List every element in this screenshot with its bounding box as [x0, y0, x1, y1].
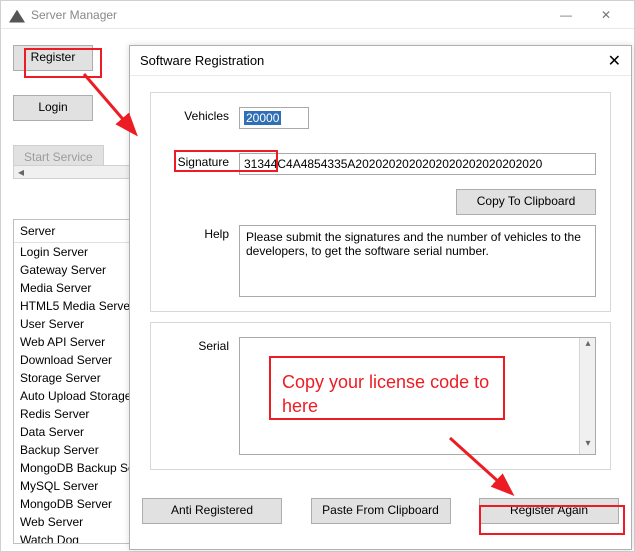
close-button[interactable]: ✕: [586, 8, 626, 22]
minimize-button[interactable]: —: [546, 8, 586, 22]
app-icon: [9, 7, 25, 23]
dialog-titlebar: Software Registration ✕: [130, 46, 631, 76]
main-titlebar: Server Manager — ✕: [1, 1, 634, 29]
main-window-title: Server Manager: [31, 8, 546, 22]
scroll-down-icon[interactable]: ▾: [580, 438, 596, 454]
serial-label: Serial: [165, 337, 239, 353]
paste-from-clipboard-button[interactable]: Paste From Clipboard: [311, 498, 451, 524]
dialog-title: Software Registration: [140, 53, 591, 68]
help-text: Please submit the signatures and the num…: [239, 225, 596, 297]
vehicles-label: Vehicles: [165, 107, 239, 123]
anti-registered-button[interactable]: Anti Registered: [142, 498, 282, 524]
scroll-left-icon[interactable]: ◂: [14, 165, 28, 179]
serial-textarea[interactable]: ▴ ▾: [239, 337, 596, 455]
dialog-body: Vehicles 20000 Signature 31344C4A4854335…: [130, 76, 631, 490]
software-registration-dialog: Software Registration ✕ Vehicles 20000 S…: [129, 45, 632, 550]
scroll-up-icon[interactable]: ▴: [580, 338, 596, 354]
serial-scrollbar[interactable]: ▴ ▾: [579, 338, 595, 454]
help-label: Help: [165, 225, 239, 241]
login-button[interactable]: Login: [13, 95, 93, 121]
signature-label: Signature: [165, 153, 239, 169]
vehicles-value: 20000: [244, 111, 281, 125]
register-button[interactable]: Register: [13, 45, 93, 71]
group-vehicles-signature: Vehicles 20000 Signature 31344C4A4854335…: [150, 92, 611, 312]
register-again-button[interactable]: Register Again: [479, 498, 619, 524]
copy-to-clipboard-button[interactable]: Copy To Clipboard: [456, 189, 596, 215]
dialog-close-button[interactable]: ✕: [591, 51, 621, 71]
vehicles-input[interactable]: 20000: [239, 107, 309, 129]
signature-input[interactable]: 31344C4A4854335A202020202020202020202020…: [239, 153, 596, 175]
dialog-footer: Anti Registered Paste From Clipboard Reg…: [130, 490, 631, 538]
group-serial: Serial ▴ ▾: [150, 322, 611, 470]
